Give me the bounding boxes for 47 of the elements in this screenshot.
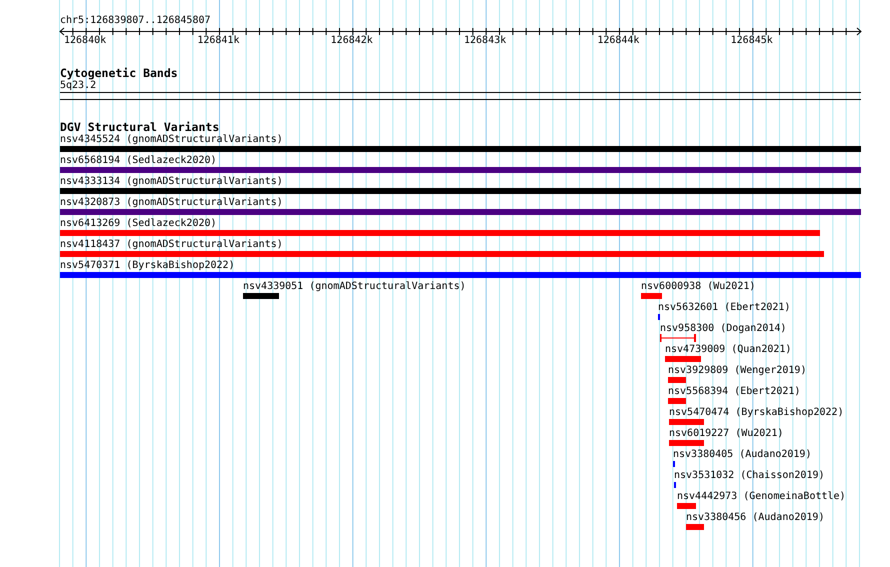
variant-bar[interactable] (669, 419, 704, 425)
ruler-tick-label: 126845k (730, 35, 773, 46)
variant-bar[interactable] (60, 251, 824, 257)
variant-label: nsv5470371 (ByrskaBishop2022) (60, 260, 235, 271)
variant-bar[interactable] (668, 377, 686, 383)
variant-bar[interactable] (60, 146, 861, 152)
variant-bar[interactable] (641, 293, 662, 299)
track-title: DGV Structural Variants (60, 121, 220, 134)
variant-label: nsv3380405 (Audano2019) (673, 449, 812, 460)
variant-bar[interactable] (677, 503, 696, 509)
variant-label: nsv4118437 (gnomADStructuralVariants) (60, 239, 283, 250)
variant-label: nsv4320873 (gnomADStructuralVariants) (60, 197, 283, 208)
variant-label: nsv4345524 (gnomADStructuralVariants) (60, 134, 283, 145)
variant-bar[interactable] (60, 209, 861, 215)
ruler-tick-label: 126840k (64, 35, 106, 46)
variant-label: nsv6568194 (Sedlazeck2020) (60, 155, 217, 166)
variant-label: nsv5568394 (Ebert2021) (668, 386, 800, 397)
ruler-tick-label: 126843k (464, 35, 506, 46)
variant-interval-icon[interactable] (660, 334, 696, 342)
variant-label: nsv6000938 (Wu2021) (641, 281, 756, 292)
variant-bar[interactable] (60, 230, 820, 236)
variant-label: nsv5470474 (ByrskaBishop2022) (669, 407, 844, 418)
variant-label: nsv6019227 (Wu2021) (669, 428, 784, 439)
variant-bar[interactable] (686, 524, 704, 530)
variant-bar[interactable] (665, 356, 701, 362)
variant-label: nsv4442973 (GenomeinaBottle) (677, 491, 846, 502)
variant-label: nsv4739009 (Quan2021) (665, 344, 792, 355)
variant-label: nsv6413269 (Sedlazeck2020) (60, 218, 217, 229)
variant-label: nsv3380456 (Audano2019) (686, 512, 824, 523)
track-title: Cytogenetic Bands (60, 67, 178, 80)
variant-bar[interactable] (60, 167, 861, 173)
variant-bar[interactable] (669, 440, 704, 446)
ruler-tick-label: 126842k (330, 35, 373, 46)
band-label: 5q23.2 (60, 80, 96, 91)
variant-bar[interactable] (60, 272, 861, 278)
ruler-tick-label: 126844k (597, 35, 640, 46)
variant-label: nsv4333134 (gnomADStructuralVariants) (60, 176, 283, 187)
variant-label: nsv3531032 (Chaisson2019) (674, 470, 825, 481)
variant-bar[interactable] (668, 398, 686, 404)
variant-label: nsv3929809 (Wenger2019) (668, 365, 806, 376)
variant-label: nsv5632601 (Ebert2021) (658, 302, 790, 313)
variant-label: nsv958300 (Dogan2014) (660, 323, 786, 334)
variant-bar[interactable] (243, 293, 279, 299)
variant-label: nsv4339051 (gnomADStructuralVariants) (243, 281, 466, 292)
ruler-tick-label: 126841k (197, 35, 240, 46)
region-label: chr5:126839807..126845807 (60, 15, 211, 26)
variant-bar[interactable] (60, 188, 861, 194)
